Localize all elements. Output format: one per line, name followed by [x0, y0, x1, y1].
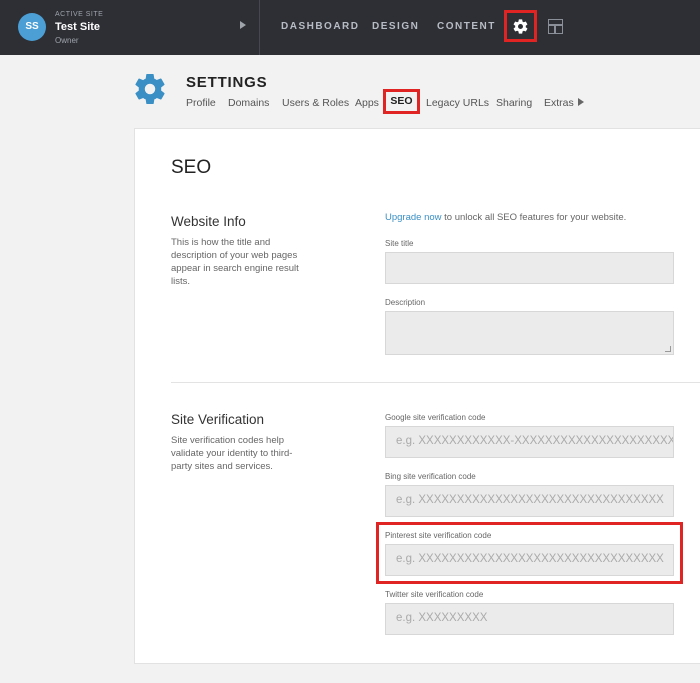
section-divider — [171, 382, 700, 383]
google-verification-label: Google site verification code — [385, 413, 486, 422]
description-textarea[interactable] — [385, 311, 674, 355]
site-name: Test Site — [55, 21, 101, 33]
top-bar: SS ACTIVE SITE Test Site Owner DASHBOARD… — [0, 0, 700, 55]
site-avatar: SS — [18, 13, 46, 41]
upgrade-notice: Upgrade now to unlock all SEO features f… — [385, 212, 626, 223]
settings-gear-icon — [132, 71, 168, 112]
google-verification-input[interactable]: e.g. XXXXXXXXXXXX-XXXXXXXXXXXXXXXXXXXXXX… — [385, 426, 674, 458]
resize-handle-icon[interactable] — [665, 346, 671, 352]
site-verification-description: Site verification codes help validate yo… — [171, 435, 293, 472]
tab-legacy-urls[interactable]: Legacy URLs — [426, 97, 489, 109]
website-info-description: This is how the title and description of… — [171, 237, 299, 287]
tab-profile[interactable]: Profile — [186, 97, 216, 109]
page-title: SETTINGS — [186, 74, 268, 91]
site-verification-title: Site Verification — [171, 412, 265, 427]
chevron-right-icon[interactable] — [578, 98, 584, 106]
site-role: Owner — [55, 36, 79, 45]
description-label: Description — [385, 298, 426, 307]
site-title-label: Site title — [385, 239, 414, 248]
layout-icon[interactable] — [548, 19, 563, 34]
active-site-switcher[interactable]: SS ACTIVE SITE Test Site Owner — [0, 0, 260, 55]
tab-seo[interactable]: SEO — [383, 89, 420, 114]
tab-sharing[interactable]: Sharing — [496, 97, 532, 109]
active-site-label: ACTIVE SITE — [55, 11, 104, 18]
chevron-right-icon[interactable] — [240, 21, 246, 29]
bing-verification-input[interactable]: e.g. XXXXXXXXXXXXXXXXXXXXXXXXXXXXXXXX — [385, 485, 674, 517]
settings-gear-icon — [513, 18, 528, 34]
pinterest-highlight — [376, 522, 683, 584]
nav-dashboard[interactable]: DASHBOARD — [281, 21, 360, 32]
bing-verification-label: Bing site verification code — [385, 472, 476, 481]
site-title-input[interactable] — [385, 252, 674, 284]
twitter-verification-input[interactable]: e.g. XXXXXXXXX — [385, 603, 674, 635]
settings-gear-button[interactable] — [504, 10, 537, 42]
nav-design[interactable]: DESIGN — [372, 21, 419, 32]
section-heading: SEO — [171, 157, 212, 178]
tab-users-roles[interactable]: Users & Roles — [282, 97, 349, 109]
upgrade-text: to unlock all SEO features for your webs… — [441, 212, 627, 223]
nav-content[interactable]: CONTENT — [437, 21, 496, 32]
website-info-title: Website Info — [171, 214, 246, 229]
tab-apps[interactable]: Apps — [355, 97, 379, 109]
upgrade-link[interactable]: Upgrade now — [385, 212, 442, 223]
twitter-verification-label: Twitter site verification code — [385, 590, 484, 599]
tab-extras[interactable]: Extras — [544, 97, 574, 109]
tab-domains[interactable]: Domains — [228, 97, 269, 109]
